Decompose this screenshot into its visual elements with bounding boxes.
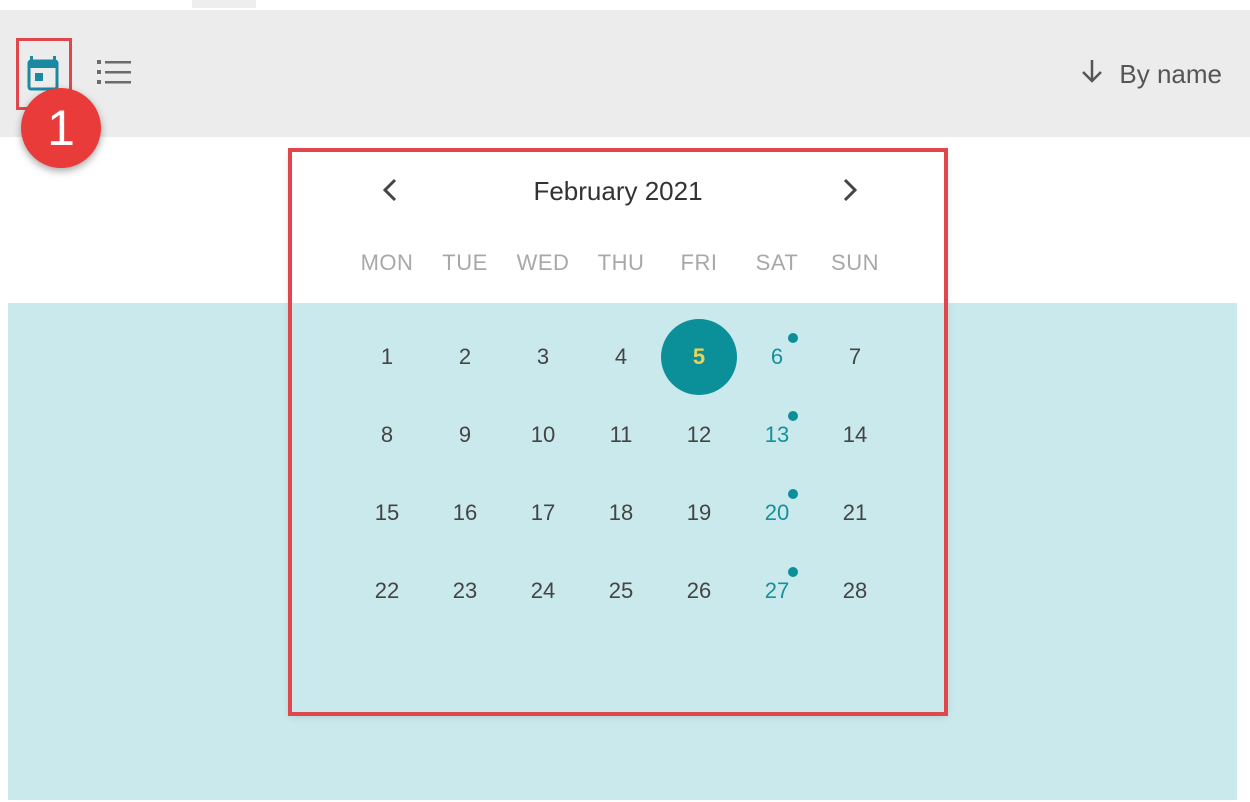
calendar-day[interactable]: 17 bbox=[504, 474, 582, 552]
next-month-button[interactable] bbox=[828, 170, 872, 214]
event-dot bbox=[788, 333, 798, 343]
calendar-day[interactable]: 14 bbox=[816, 396, 894, 474]
calendar-day[interactable]: 11 bbox=[582, 396, 660, 474]
calendar-day-selected[interactable]: 5 bbox=[660, 318, 738, 396]
event-dot bbox=[788, 567, 798, 577]
event-dot bbox=[788, 411, 798, 421]
weekday-label: FRI bbox=[680, 250, 718, 275]
top-strip bbox=[0, 0, 1250, 8]
list-icon bbox=[95, 57, 133, 92]
calendar-day[interactable]: 3 bbox=[504, 318, 582, 396]
calendar-popup: February 2021 MON TUE WED THU FRI SAT SU… bbox=[288, 148, 948, 716]
calendar-week-row: 22 23 24 25 26 27 28 bbox=[348, 552, 894, 630]
step-badge: 1 bbox=[21, 88, 101, 168]
calendar-week-row: 1 2 3 4 5 6 7 bbox=[348, 318, 894, 396]
weekday-label: MON bbox=[360, 250, 414, 275]
list-view-button[interactable] bbox=[88, 54, 140, 94]
weekday-label: SAT bbox=[755, 250, 799, 275]
calendar-day[interactable]: 1 bbox=[348, 318, 426, 396]
calendar-day-with-event[interactable]: 27 bbox=[738, 552, 816, 630]
calendar-day[interactable]: 25 bbox=[582, 552, 660, 630]
calendar-day[interactable]: 22 bbox=[348, 552, 426, 630]
calendar-day[interactable]: 19 bbox=[660, 474, 738, 552]
calendar-day[interactable]: 21 bbox=[816, 474, 894, 552]
calendar-day-with-event[interactable]: 20 bbox=[738, 474, 816, 552]
sort-label: By name bbox=[1119, 58, 1222, 89]
calendar-day[interactable]: 28 bbox=[816, 552, 894, 630]
calendar-day[interactable]: 2 bbox=[426, 318, 504, 396]
calendar-day[interactable]: 15 bbox=[348, 474, 426, 552]
calendar-day[interactable]: 10 bbox=[504, 396, 582, 474]
weekday-label: SUN bbox=[831, 250, 879, 275]
calendar-week-row: 15 16 17 18 19 20 21 bbox=[348, 474, 894, 552]
sort-by-name-button[interactable]: By name bbox=[1079, 54, 1222, 94]
calendar-days-grid: 1 2 3 4 5 6 7 8 9 10 11 12 13 14 15 16 1… bbox=[348, 318, 894, 630]
calendar-header: February 2021 bbox=[290, 170, 946, 214]
calendar-day[interactable]: 26 bbox=[660, 552, 738, 630]
calendar-day[interactable]: 24 bbox=[504, 552, 582, 630]
calendar-day-with-event[interactable]: 6 bbox=[738, 318, 816, 396]
calendar-day[interactable]: 9 bbox=[426, 396, 504, 474]
chevron-right-icon bbox=[840, 176, 860, 209]
calendar-day[interactable]: 4 bbox=[582, 318, 660, 396]
calendar-day[interactable]: 8 bbox=[348, 396, 426, 474]
weekday-label: THU bbox=[597, 250, 645, 275]
weekday-label: TUE bbox=[442, 250, 488, 275]
calendar-day[interactable]: 7 bbox=[816, 318, 894, 396]
weekday-label: WED bbox=[516, 250, 570, 275]
toolbar: By name bbox=[0, 10, 1250, 137]
calendar-day[interactable]: 23 bbox=[426, 552, 504, 630]
event-dot bbox=[788, 489, 798, 499]
calendar-day-with-event[interactable]: 13 bbox=[738, 396, 816, 474]
weekday-header-row: MON TUE WED THU FRI SAT SUN bbox=[348, 250, 894, 276]
calendar-week-row: 8 9 10 11 12 13 14 bbox=[348, 396, 894, 474]
tab-stub bbox=[192, 0, 256, 8]
calendar-day[interactable]: 18 bbox=[582, 474, 660, 552]
calendar-day[interactable]: 12 bbox=[660, 396, 738, 474]
arrow-down-icon bbox=[1079, 57, 1105, 92]
calendar-day[interactable]: 16 bbox=[426, 474, 504, 552]
